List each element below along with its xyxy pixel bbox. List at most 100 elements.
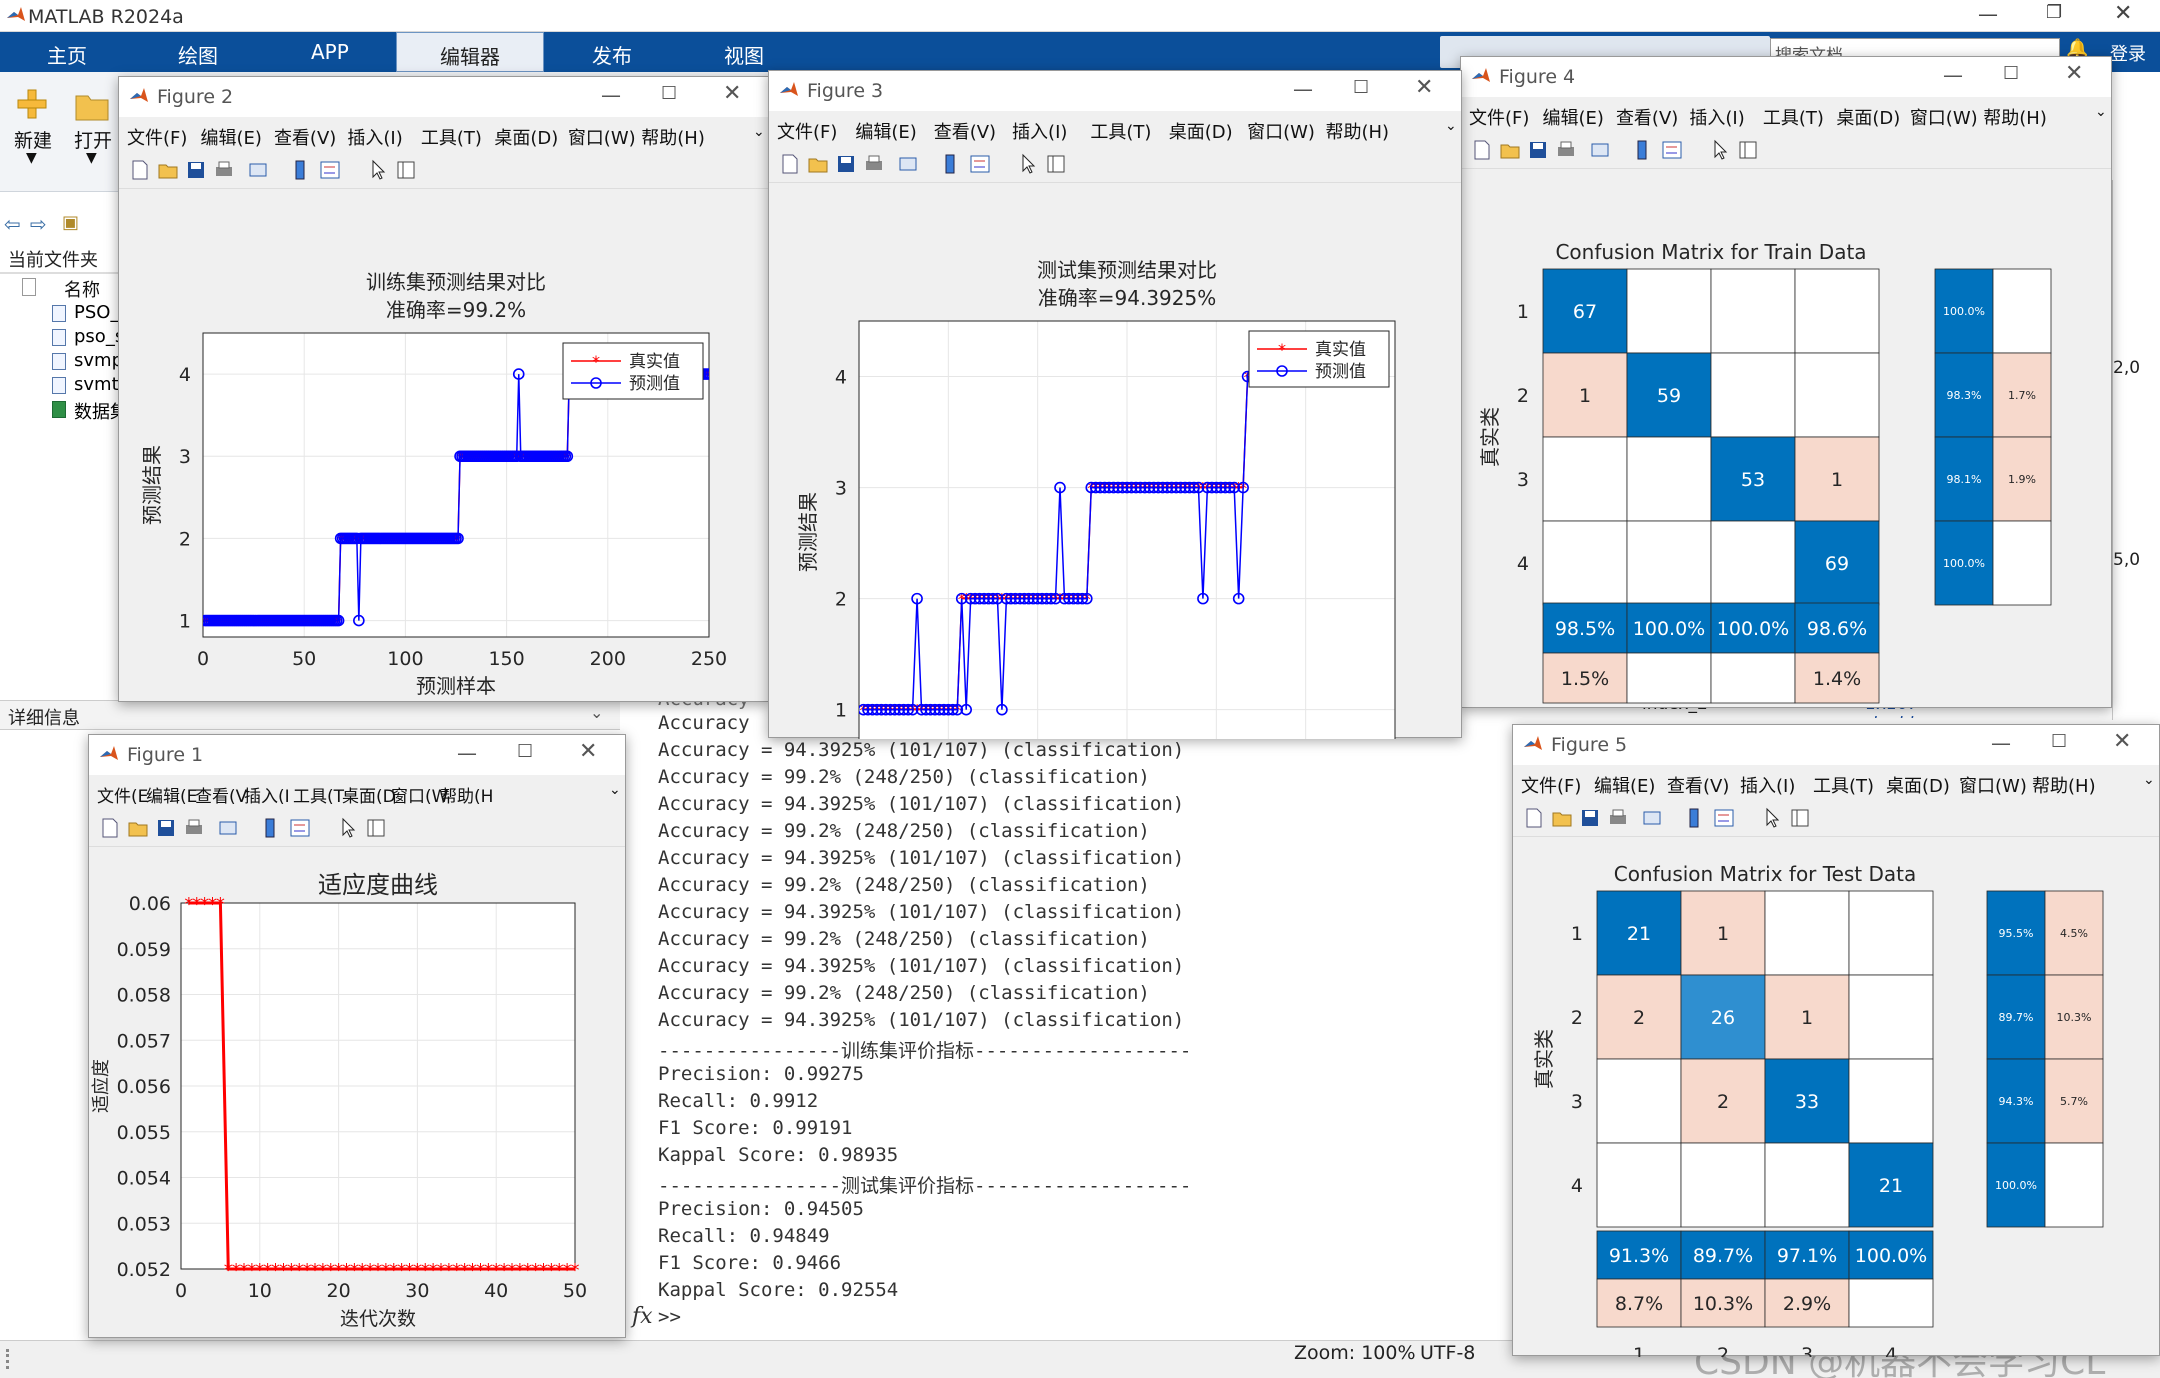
close-icon[interactable]: ✕ xyxy=(2113,729,2131,754)
open-file-icon[interactable] xyxy=(127,817,149,839)
overflow-chevron-icon[interactable]: ⌄ xyxy=(1445,118,1457,134)
menu-item[interactable]: 帮助(H xyxy=(440,782,493,807)
figure-window[interactable]: Figure 3 — ☐ ✕ 文件(F) 编辑(E) 查看(V) 插入(I) 工具(T) 桌面(D… xyxy=(768,70,1462,739)
new-file-icon[interactable] xyxy=(129,159,151,181)
menu-item[interactable]: 工具(T) xyxy=(1763,104,1824,130)
up-folder-icon[interactable]: ▣ xyxy=(62,212,79,233)
menu-item[interactable]: 查看(V) xyxy=(1616,104,1678,130)
menu-item[interactable]: 插入(I) xyxy=(1689,104,1744,130)
new-file-icon[interactable] xyxy=(99,817,121,839)
maximize-icon[interactable]: ☐ xyxy=(1353,77,1369,98)
menu-item[interactable]: 文件(F) xyxy=(1469,104,1529,130)
legend-icon[interactable] xyxy=(289,817,311,839)
colorbar-icon[interactable] xyxy=(1683,807,1705,829)
name-column-header[interactable]: 名称 xyxy=(64,276,100,302)
menu-item[interactable]: 查看(V) xyxy=(934,118,996,144)
list-item[interactable]: PSO_S xyxy=(52,302,120,323)
figure-window[interactable]: Figure 4 — ☐ ✕ 文件(F) 编辑(E) 查看(V) 插入(I) 工具(T) 桌面(D… xyxy=(1460,56,2112,708)
print-icon[interactable] xyxy=(1607,807,1629,829)
close-icon[interactable]: ✕ xyxy=(2065,61,2083,86)
menu-item[interactable]: 工具(T) xyxy=(1090,118,1151,144)
menu-item[interactable]: 窗口(W) xyxy=(568,124,636,150)
tab-view[interactable]: 视图 xyxy=(724,40,764,69)
link-icon[interactable] xyxy=(217,817,239,839)
tab-home[interactable]: 主页 xyxy=(47,40,87,69)
save-icon[interactable] xyxy=(835,153,857,175)
link-icon[interactable] xyxy=(1641,807,1663,829)
new-file-icon[interactable] xyxy=(1471,139,1493,161)
menu-item[interactable]: 桌面(D) xyxy=(1836,104,1900,130)
menu-item[interactable]: 文件(F) xyxy=(127,124,187,150)
menu-item[interactable]: 工具(T xyxy=(293,782,344,807)
colorbar-icon[interactable] xyxy=(1631,139,1653,161)
menu-item[interactable]: 桌面(D) xyxy=(494,124,558,150)
property-icon[interactable] xyxy=(1789,807,1811,829)
legend-icon[interactable] xyxy=(1713,807,1735,829)
save-icon[interactable] xyxy=(1579,807,1601,829)
tab-plots[interactable]: 绘图 xyxy=(178,40,218,69)
tab-publish[interactable]: 发布 xyxy=(592,40,632,69)
menu-item[interactable]: 插入(I) xyxy=(1012,118,1067,144)
tab-apps[interactable]: APP xyxy=(311,40,349,64)
pointer-icon[interactable] xyxy=(1761,807,1783,829)
colorbar-icon[interactable] xyxy=(289,159,311,181)
minimize-icon[interactable]: — xyxy=(1978,2,1998,26)
menu-item[interactable]: 窗口(W) xyxy=(1910,104,1978,130)
fx-icon[interactable]: fx xyxy=(632,1304,653,1329)
print-icon[interactable] xyxy=(1555,139,1577,161)
maximize-icon[interactable]: ☐ xyxy=(661,83,677,104)
menu-item[interactable]: 编辑(E) xyxy=(1594,772,1655,798)
minimize-icon[interactable]: — xyxy=(1991,731,2011,755)
menu-item[interactable]: 帮助(H) xyxy=(641,124,705,150)
menu-item[interactable]: 文件(E xyxy=(97,782,148,807)
print-icon[interactable] xyxy=(863,153,885,175)
figure-window[interactable]: Figure 2 — ☐ ✕ 文件(F) 编辑(E) 查看(V) 插入(I) 工具(T) 桌面(D… xyxy=(118,76,770,702)
menu-item[interactable]: 插入(I) xyxy=(1740,772,1795,798)
close-icon[interactable]: ✕ xyxy=(579,739,597,764)
maximize-icon[interactable]: ☐ xyxy=(517,741,533,762)
pointer-icon[interactable] xyxy=(367,159,389,181)
open-file-icon[interactable] xyxy=(1551,807,1573,829)
menu-item[interactable]: 工具(T) xyxy=(421,124,482,150)
list-item[interactable]: pso_sv xyxy=(52,326,120,347)
pointer-icon[interactable] xyxy=(337,817,359,839)
open-file-icon[interactable] xyxy=(157,159,179,181)
property-icon[interactable] xyxy=(1737,139,1759,161)
menu-item[interactable]: 窗口(W) xyxy=(1247,118,1315,144)
menu-item[interactable]: 编辑(E xyxy=(146,782,197,807)
overflow-chevron-icon[interactable]: ⌄ xyxy=(2095,104,2107,120)
open-file-icon[interactable] xyxy=(807,153,829,175)
menu-item[interactable]: 编辑(E) xyxy=(200,124,261,150)
menu-item[interactable]: 桌面(D) xyxy=(1886,772,1950,798)
tab-editor[interactable]: 编辑器 xyxy=(396,32,544,72)
pointer-icon[interactable] xyxy=(1017,153,1039,175)
menu-item[interactable]: 帮助(H) xyxy=(2032,772,2096,798)
menu-item[interactable]: 帮助(H) xyxy=(1983,104,2047,130)
forward-icon[interactable]: ⇨ xyxy=(30,212,47,236)
minimize-icon[interactable]: — xyxy=(1293,77,1313,101)
menu-item[interactable]: 桌面(D) xyxy=(1169,118,1233,144)
open-file-icon[interactable] xyxy=(1499,139,1521,161)
link-icon[interactable] xyxy=(897,153,919,175)
details-panel-header[interactable]: 详细信息 ⌄ xyxy=(0,700,620,730)
menu-item[interactable]: 文件(F) xyxy=(1521,772,1581,798)
list-item[interactable]: svmtra xyxy=(52,374,120,395)
open-button[interactable]: 打开 ▼ xyxy=(70,86,114,176)
chevron-down-icon[interactable]: ⌄ xyxy=(590,703,603,722)
list-item[interactable]: 数据集 xyxy=(52,398,120,424)
minimize-icon[interactable]: — xyxy=(1943,63,1963,87)
save-icon[interactable] xyxy=(1527,139,1549,161)
minimize-icon[interactable]: — xyxy=(601,83,621,107)
menu-item[interactable]: 工具(T) xyxy=(1813,772,1874,798)
restore-icon[interactable]: ❐ xyxy=(2046,2,2062,23)
menu-item[interactable]: 插入(I xyxy=(244,782,290,807)
overflow-chevron-icon[interactable]: ⌄ xyxy=(753,124,765,140)
minimize-icon[interactable]: — xyxy=(457,741,477,765)
legend-icon[interactable] xyxy=(969,153,991,175)
menu-item[interactable]: 查看(V) xyxy=(274,124,336,150)
property-icon[interactable] xyxy=(365,817,387,839)
new-file-icon[interactable] xyxy=(1523,807,1545,829)
property-icon[interactable] xyxy=(1045,153,1067,175)
menu-item[interactable]: 桌面(D xyxy=(342,782,396,807)
menu-item[interactable]: 查看(V) xyxy=(1667,772,1729,798)
